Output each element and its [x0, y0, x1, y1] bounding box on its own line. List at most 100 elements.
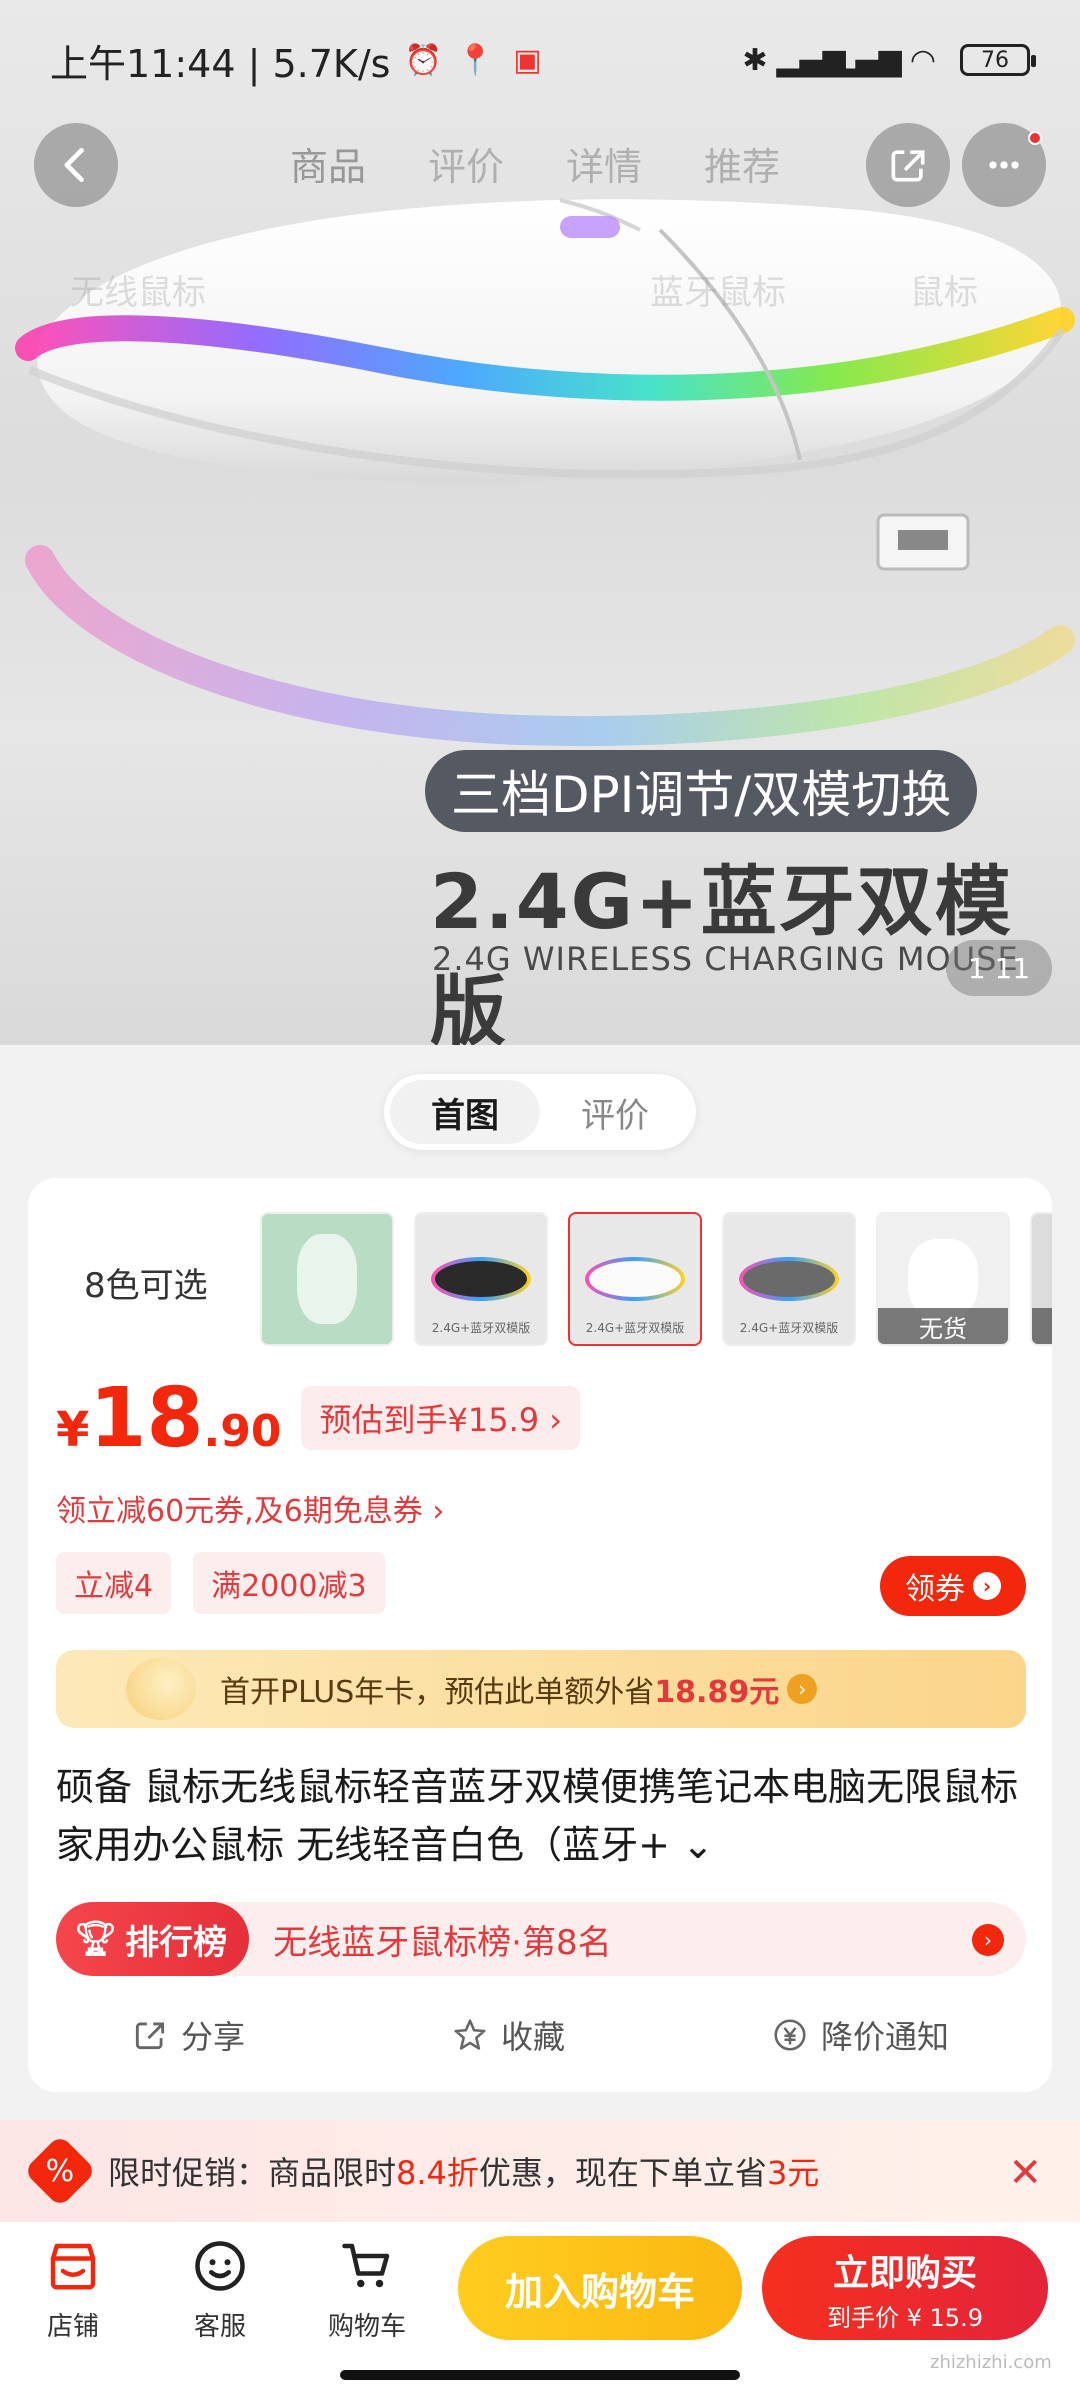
- promo-middle: 优惠，现在下单立省: [478, 2154, 767, 2192]
- tab-recommend[interactable]: 推荐: [704, 136, 780, 191]
- chevron-right-icon: ›: [973, 1572, 1001, 1600]
- promo-prefix: 限时促销：商品限时: [108, 2154, 397, 2192]
- home-indicator[interactable]: [340, 2370, 740, 2380]
- promo-discount: 8.4折: [396, 2154, 479, 2192]
- get-coupon-label: 领券: [905, 1572, 965, 1607]
- ghost-search-right: 鼠标: [910, 273, 978, 313]
- more-button[interactable]: [962, 123, 1046, 207]
- colors-label: 8色可选: [84, 1266, 208, 1306]
- section-tabs: 商品 评价 详情 推荐: [290, 136, 780, 191]
- buy-now-price: 到手价 ¥ 15.9: [827, 2303, 983, 2332]
- store-icon: [50, 2243, 96, 2290]
- cart-icon: [342, 2243, 390, 2288]
- color-swatch[interactable]: [260, 1212, 394, 1346]
- color-swatch-selected[interactable]: 2.4G+蓝牙双模版: [568, 1212, 702, 1346]
- mouse-reflection: [25, 545, 1075, 747]
- signal-icon-2: ▂▄▆: [832, 42, 902, 78]
- chevron-left-icon: [64, 147, 84, 183]
- cart-label: 购物车: [327, 2312, 406, 2342]
- product-title[interactable]: 硕备 鼠标无线鼠标轻音蓝牙双模便携笔记本电脑无限鼠标家用办公鼠标 无线轻音白色（…: [56, 1758, 1026, 1874]
- product-image-carousel[interactable]: 上午11:44 | 5.7K/s ⏰ 📍 ▣ ✱ ▂▄▆ ▂▄▆ ◠ 76 商品…: [0, 0, 1080, 1045]
- notification-dot: [1028, 131, 1042, 145]
- favorite-action[interactable]: 收藏: [451, 2012, 565, 2058]
- swatch-caption: 2.4G+蓝牙双模版: [585, 1321, 685, 1335]
- chat-face-icon: [195, 2241, 245, 2291]
- swatch-caption: 2.4G+蓝牙双模版: [431, 1321, 531, 1335]
- promo-save: 3元: [766, 2154, 820, 2192]
- get-coupon-button[interactable]: 领券 ›: [880, 1556, 1026, 1616]
- app-notification-icon: ▣: [513, 42, 542, 78]
- alarm-icon: ⏰: [404, 42, 443, 78]
- bluetooth-icon: ✱: [742, 42, 768, 78]
- swatch-mouse-image: [431, 1257, 531, 1301]
- favorite-label: 收藏: [500, 2018, 565, 2056]
- customer-service-button[interactable]: 客服: [165, 2236, 275, 2343]
- tab-details[interactable]: 详情: [566, 136, 642, 191]
- share-button[interactable]: [866, 123, 950, 207]
- media-tabs: 首图 评价: [384, 1074, 696, 1150]
- price-alert-label: 降价通知: [820, 2018, 949, 2056]
- tab-review-images[interactable]: 评价: [540, 1080, 690, 1144]
- price: ¥ 18 .90: [56, 1378, 281, 1460]
- buy-now-button[interactable]: 立即购买 到手价 ¥ 15.9: [762, 2236, 1048, 2340]
- ranking-bar[interactable]: 🏆︎ 排行榜 无线蓝牙鼠标榜·第8名 ›: [56, 1902, 1026, 1976]
- ranking-pill-label: 排行榜: [125, 1922, 228, 1963]
- price-alert-action[interactable]: 降价通知: [771, 2012, 949, 2058]
- color-swatch[interactable]: 2.4G+蓝牙双模版: [414, 1212, 548, 1346]
- plus-membership-bar[interactable]: 首开PLUS年卡，预估此单额外省 18.89元 ›: [56, 1650, 1026, 1728]
- tab-product[interactable]: 商品: [290, 136, 366, 191]
- customer-service-label: 客服: [193, 2312, 246, 2342]
- back-button[interactable]: [34, 123, 118, 207]
- buy-now-label: 立即购买: [832, 2252, 977, 2294]
- price-row: ¥ 18 .90 预估到手¥15.9 ›: [56, 1378, 581, 1460]
- share-icon: [135, 2022, 165, 2050]
- ghost-search-left: 无线鼠标: [70, 273, 206, 313]
- price-integer: 18: [89, 1371, 204, 1466]
- color-swatch[interactable]: 无货: [876, 1212, 1010, 1346]
- location-icon: 📍: [456, 42, 495, 78]
- ranking-pill: 🏆︎ 排行榜: [56, 1902, 250, 1976]
- status-bar: 上午11:44 | 5.7K/s ⏰ 📍 ▣ ✱ ▂▄▆ ▂▄▆ ◠ 76: [0, 0, 1080, 120]
- more-icon: [989, 161, 1019, 169]
- product-info-card: 8色可选 2.4G+蓝牙双模版 2.4G+蓝牙双模版 2.4G+蓝牙双模版 无货: [28, 1178, 1052, 2092]
- color-swatches: 2.4G+蓝牙双模版 2.4G+蓝牙双模版 2.4G+蓝牙双模版 无货 无: [260, 1212, 1052, 1346]
- swatch-caption: 2.4G+蓝牙双模版: [739, 1321, 839, 1335]
- add-to-cart-button[interactable]: 加入购物车: [458, 2236, 742, 2340]
- hero-banner: 三档DPI调节/双模切换: [425, 750, 978, 832]
- color-swatch[interactable]: 无: [1030, 1212, 1052, 1346]
- chevron-right-icon: ›: [972, 1924, 1004, 1956]
- watermark: zhizhizhi.com: [930, 2352, 1052, 2373]
- plus-amount: 18.89元: [654, 1675, 780, 1710]
- top-navigation: 商品 评价 详情 推荐: [0, 120, 1080, 210]
- tab-reviews[interactable]: 评价: [428, 136, 504, 191]
- ranking-text: 无线蓝牙鼠标榜·第8名: [273, 1922, 612, 1963]
- share-label: 分享: [180, 2018, 245, 2056]
- share-action[interactable]: 分享: [131, 2012, 245, 2058]
- soldout-label: 无货: [878, 1308, 1008, 1344]
- close-icon[interactable]: ✕: [1008, 2150, 1042, 2196]
- chevron-right-icon: ›: [787, 1674, 818, 1704]
- trophy-icon: 🏆︎: [74, 1919, 118, 1959]
- promo-tag: 满2000减3: [193, 1552, 385, 1614]
- hero-subtitle: 2.4G WIRELESS CHARGING MOUSE: [432, 940, 1019, 978]
- ghost-search-mid: 蓝牙鼠标: [650, 273, 786, 313]
- signal-icon-1: ▂▄▆: [776, 42, 846, 78]
- coupon-info-link[interactable]: 领立减60元券,及6期免息券 ›: [56, 1486, 444, 1530]
- swatch-mouse-image: [297, 1234, 357, 1324]
- color-swatch[interactable]: 2.4G+蓝牙双模版: [722, 1212, 856, 1346]
- flash-sale-bar[interactable]: % 限时促销：商品限时 8.4折 优惠，现在下单立省 3元 ✕: [0, 2120, 1080, 2222]
- color-selector: 8色可选 2.4G+蓝牙双模版 2.4G+蓝牙双模版 2.4G+蓝牙双模版 无货: [56, 1212, 1052, 1346]
- star-icon: [454, 2019, 486, 2050]
- battery-icon: 76: [960, 44, 1036, 76]
- cart-button[interactable]: 购物车: [312, 2236, 422, 2343]
- promo-tag: 立减4: [56, 1552, 172, 1614]
- wifi-icon: ◠: [909, 42, 937, 78]
- price-decimal: .90: [203, 1406, 282, 1457]
- store-button[interactable]: 店铺: [18, 2236, 128, 2343]
- estimated-price-badge[interactable]: 预估到手¥15.9 ›: [301, 1386, 581, 1450]
- discount-icon: %: [23, 2134, 97, 2208]
- plus-decoration-icon: [126, 1658, 196, 1720]
- status-time: 上午11:44 | 5.7K/s: [50, 41, 391, 86]
- swatch-mouse-image: [739, 1257, 839, 1301]
- tab-main-image[interactable]: 首图: [390, 1080, 540, 1144]
